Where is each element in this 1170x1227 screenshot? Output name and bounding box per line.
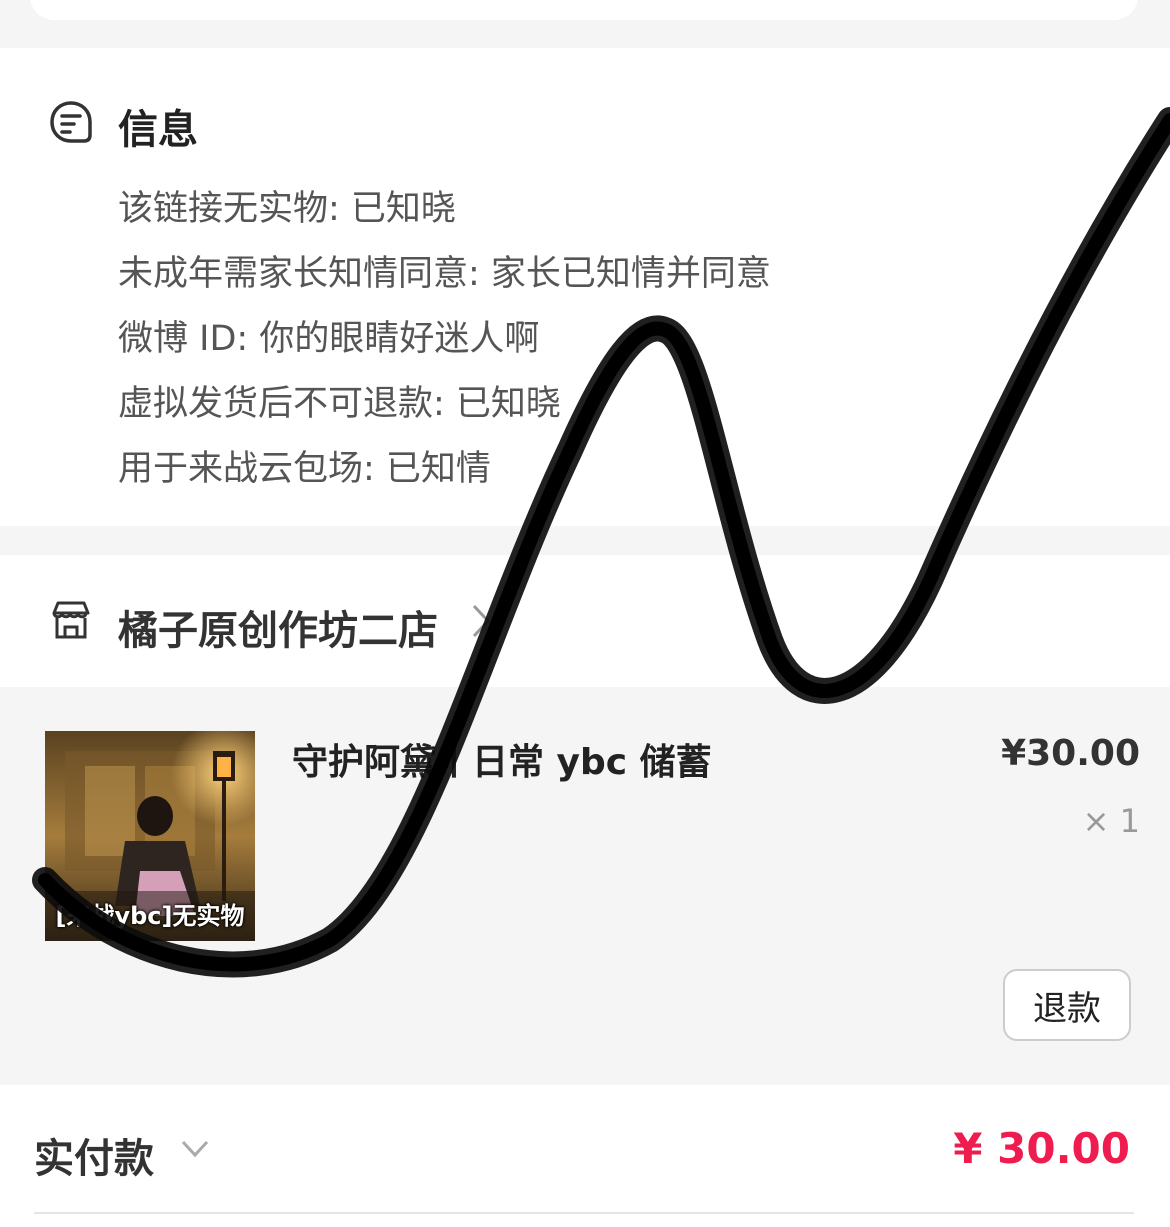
- item-price: ¥30.00: [1001, 733, 1140, 774]
- paid-amount: ¥ 30.00: [953, 1124, 1130, 1173]
- info-line-parental-consent: 未成年需家长知情同意: 家长已知情并同意: [118, 254, 771, 294]
- divider: [34, 1212, 1134, 1214]
- info-line-cloud-event: 用于来战云包场: 已知情: [118, 449, 491, 489]
- shop-name[interactable]: 橘子原创作坊二店: [118, 598, 438, 656]
- paid-label[interactable]: 实付款: [34, 1126, 154, 1184]
- thumbnail-caption: [来战ybc]无实物: [55, 902, 245, 930]
- info-line-no-physical: 该链接无实物: 已知晓: [118, 189, 456, 229]
- item-quantity: × 1: [1082, 802, 1140, 840]
- previous-card: [30, 0, 1138, 20]
- info-title: 信息: [118, 107, 198, 153]
- refund-button[interactable]: 退款: [1003, 969, 1131, 1041]
- info-line-weibo-id: 微博 ID: 你的眼睛好迷人啊: [118, 319, 540, 359]
- item-title[interactable]: 守护阿黛丨日常 ybc 储蓄: [292, 733, 712, 785]
- product-thumbnail[interactable]: [来战ybc]无实物: [45, 731, 255, 941]
- chevron-right-icon[interactable]: [470, 602, 492, 640]
- info-header: [48, 95, 94, 149]
- store-icon: [52, 601, 90, 639]
- chevron-down-icon[interactable]: [180, 1138, 210, 1160]
- info-line-no-refund: 虚拟发货后不可退款: 已知晓: [118, 384, 561, 424]
- note-icon: [50, 101, 92, 143]
